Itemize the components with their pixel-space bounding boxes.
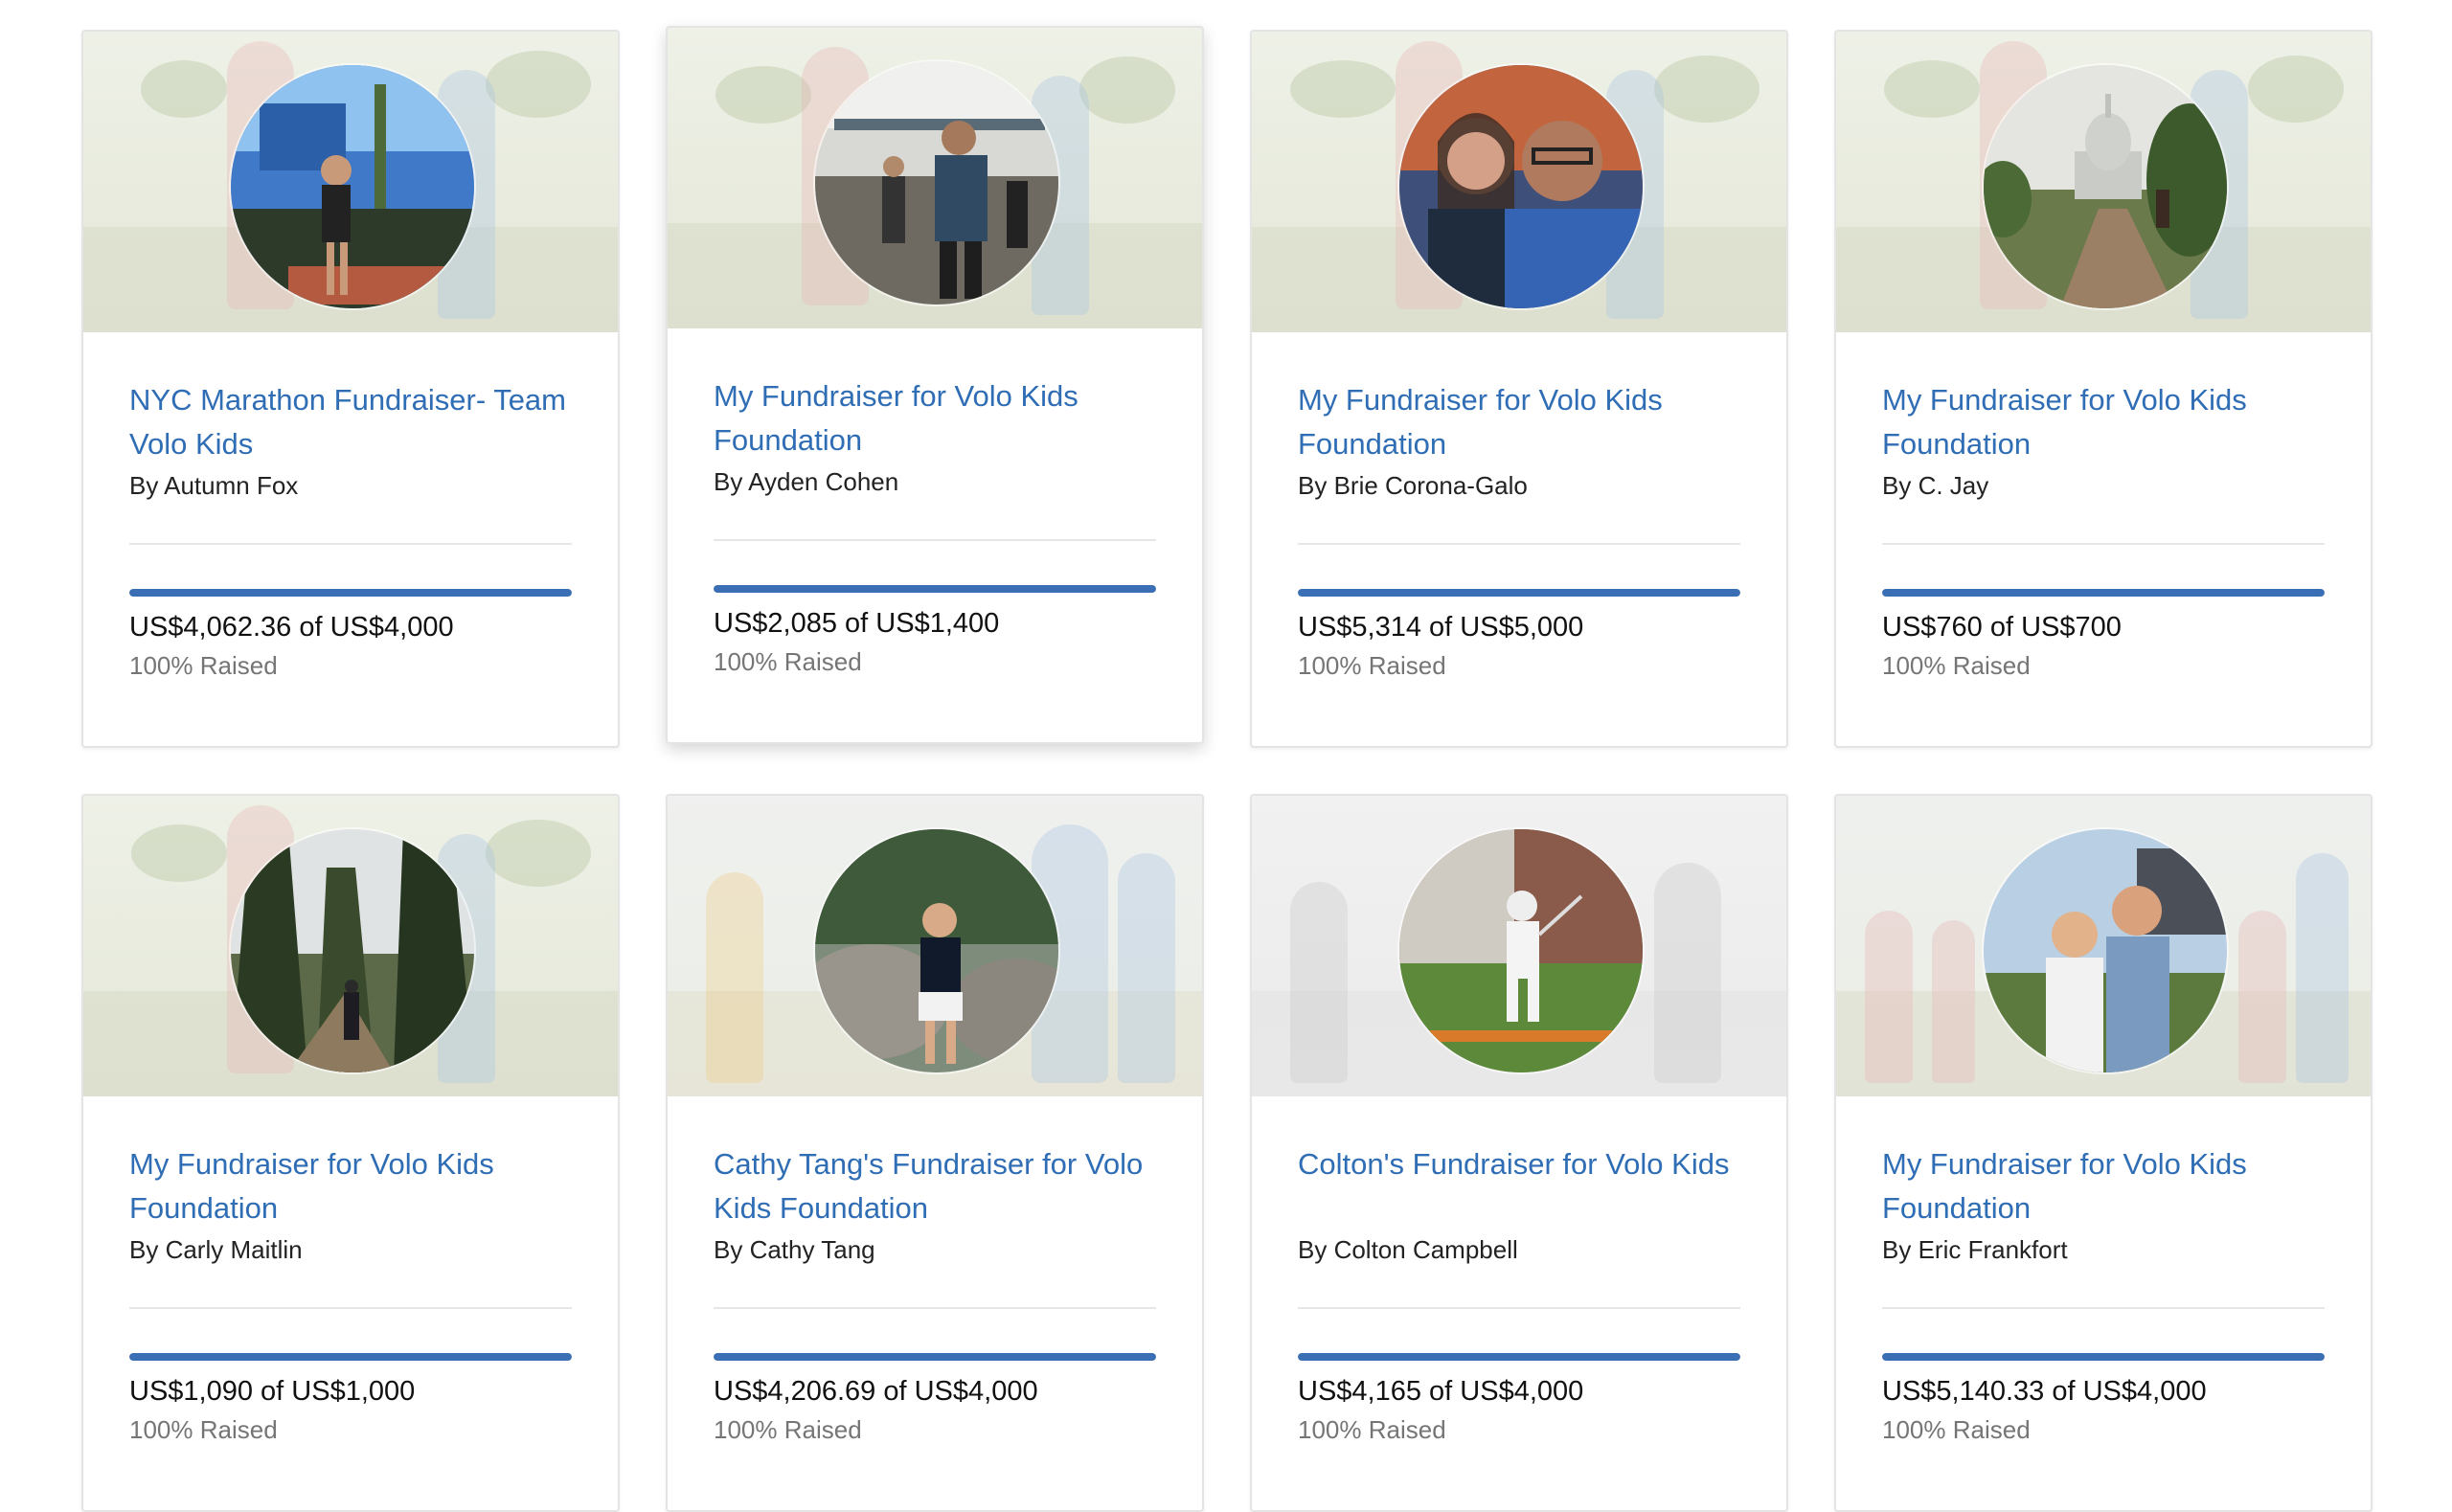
fundraiser-author: By Brie Corona-Galo: [1298, 471, 1528, 500]
card-banner: [83, 32, 618, 332]
percent-raised: 100% Raised: [129, 1415, 278, 1444]
fundraiser-card[interactable]: My Fundraiser for Volo Kids Foundation B…: [666, 26, 1204, 744]
fundraiser-card[interactable]: Colton's Fundraiser for Volo Kids By Col…: [1250, 794, 1788, 1512]
amount-raised: US$2,085 of US$1,400: [714, 608, 1000, 639]
fundraiser-title-link[interactable]: My Fundraiser for Volo Kids Foundation: [1882, 378, 2325, 466]
percent-raised: 100% Raised: [714, 647, 862, 676]
progress-fill: [714, 1353, 1156, 1361]
amount-raised: US$5,314 of US$5,000: [1298, 612, 1584, 643]
fundraiser-author: By Eric Frankfort: [1882, 1235, 2068, 1264]
fundraiser-card[interactable]: My Fundraiser for Volo Kids Foundation B…: [81, 794, 620, 1512]
progress-fill: [1298, 589, 1740, 597]
divider: [1298, 543, 1740, 545]
fundraiser-author: By C. Jay: [1882, 471, 1989, 500]
fundraiser-card[interactable]: My Fundraiser for Volo Kids Foundation B…: [1250, 30, 1788, 748]
divider: [714, 539, 1156, 541]
progress-bar: [1882, 589, 2325, 597]
amount-raised: US$760 of US$700: [1882, 612, 2122, 643]
divider: [129, 543, 572, 545]
progress-fill: [1298, 1353, 1740, 1361]
fundraiser-avatar: [813, 827, 1060, 1074]
fundraiser-title-link[interactable]: Colton's Fundraiser for Volo Kids: [1298, 1142, 1740, 1230]
amount-raised: US$4,062.36 of US$4,000: [129, 612, 454, 643]
fundraiser-title-link[interactable]: My Fundraiser for Volo Kids Foundation: [1882, 1142, 2325, 1230]
card-banner: [83, 796, 618, 1096]
card-banner: [668, 796, 1202, 1096]
progress-fill: [129, 1353, 572, 1361]
progress-fill: [1882, 1353, 2325, 1361]
progress-bar: [1298, 1353, 1740, 1361]
fundraiser-card[interactable]: Cathy Tang's Fundraiser for Volo Kids Fo…: [666, 794, 1204, 1512]
divider: [1882, 543, 2325, 545]
fundraiser-avatar: [1397, 63, 1645, 310]
fundraiser-grid: NYC Marathon Fundraiser- Team Volo Kids …: [81, 26, 2373, 1512]
fundraiser-title-link[interactable]: My Fundraiser for Volo Kids Foundation: [1298, 378, 1740, 466]
amount-raised: US$5,140.33 of US$4,000: [1882, 1376, 2207, 1407]
divider: [129, 1307, 572, 1309]
fundraiser-title-link[interactable]: Cathy Tang's Fundraiser for Volo Kids Fo…: [714, 1142, 1156, 1230]
percent-raised: 100% Raised: [1882, 651, 2031, 680]
card-banner: [1252, 796, 1786, 1096]
progress-fill: [129, 589, 572, 597]
progress-bar: [1882, 1353, 2325, 1361]
card-banner: [1836, 32, 2371, 332]
fundraiser-author: By Autumn Fox: [129, 471, 299, 500]
fundraiser-author: By Cathy Tang: [714, 1235, 875, 1264]
percent-raised: 100% Raised: [1298, 1415, 1446, 1444]
divider: [1298, 1307, 1740, 1309]
progress-fill: [714, 585, 1156, 593]
fundraiser-avatar: [813, 59, 1060, 306]
fundraiser-avatar: [229, 63, 476, 310]
percent-raised: 100% Raised: [1298, 651, 1446, 680]
fundraiser-avatar: [1397, 827, 1645, 1074]
fundraiser-author: By Colton Campbell: [1298, 1235, 1518, 1264]
amount-raised: US$1,090 of US$1,000: [129, 1376, 416, 1407]
card-banner: [1836, 796, 2371, 1096]
percent-raised: 100% Raised: [1882, 1415, 2031, 1444]
amount-raised: US$4,165 of US$4,000: [1298, 1376, 1584, 1407]
progress-bar: [129, 1353, 572, 1361]
fundraiser-card[interactable]: My Fundraiser for Volo Kids Foundation B…: [1834, 794, 2373, 1512]
percent-raised: 100% Raised: [714, 1415, 862, 1444]
fundraiser-card[interactable]: My Fundraiser for Volo Kids Foundation B…: [1834, 30, 2373, 748]
fundraiser-title-link[interactable]: NYC Marathon Fundraiser- Team Volo Kids: [129, 378, 572, 466]
amount-raised: US$4,206.69 of US$4,000: [714, 1376, 1038, 1407]
progress-fill: [1882, 589, 2325, 597]
progress-bar: [1298, 589, 1740, 597]
card-banner: [668, 28, 1202, 328]
fundraiser-author: By Ayden Cohen: [714, 467, 899, 496]
divider: [714, 1307, 1156, 1309]
percent-raised: 100% Raised: [129, 651, 278, 680]
progress-bar: [129, 589, 572, 597]
fundraiser-avatar: [1982, 63, 2229, 310]
fundraiser-avatar: [229, 827, 476, 1074]
progress-bar: [714, 1353, 1156, 1361]
fundraiser-card[interactable]: NYC Marathon Fundraiser- Team Volo Kids …: [81, 30, 620, 748]
fundraiser-title-link[interactable]: My Fundraiser for Volo Kids Foundation: [129, 1142, 572, 1230]
fundraiser-avatar: [1982, 827, 2229, 1074]
fundraiser-title-link[interactable]: My Fundraiser for Volo Kids Foundation: [714, 374, 1156, 463]
card-banner: [1252, 32, 1786, 332]
divider: [1882, 1307, 2325, 1309]
fundraiser-author: By Carly Maitlin: [129, 1235, 303, 1264]
progress-bar: [714, 585, 1156, 593]
